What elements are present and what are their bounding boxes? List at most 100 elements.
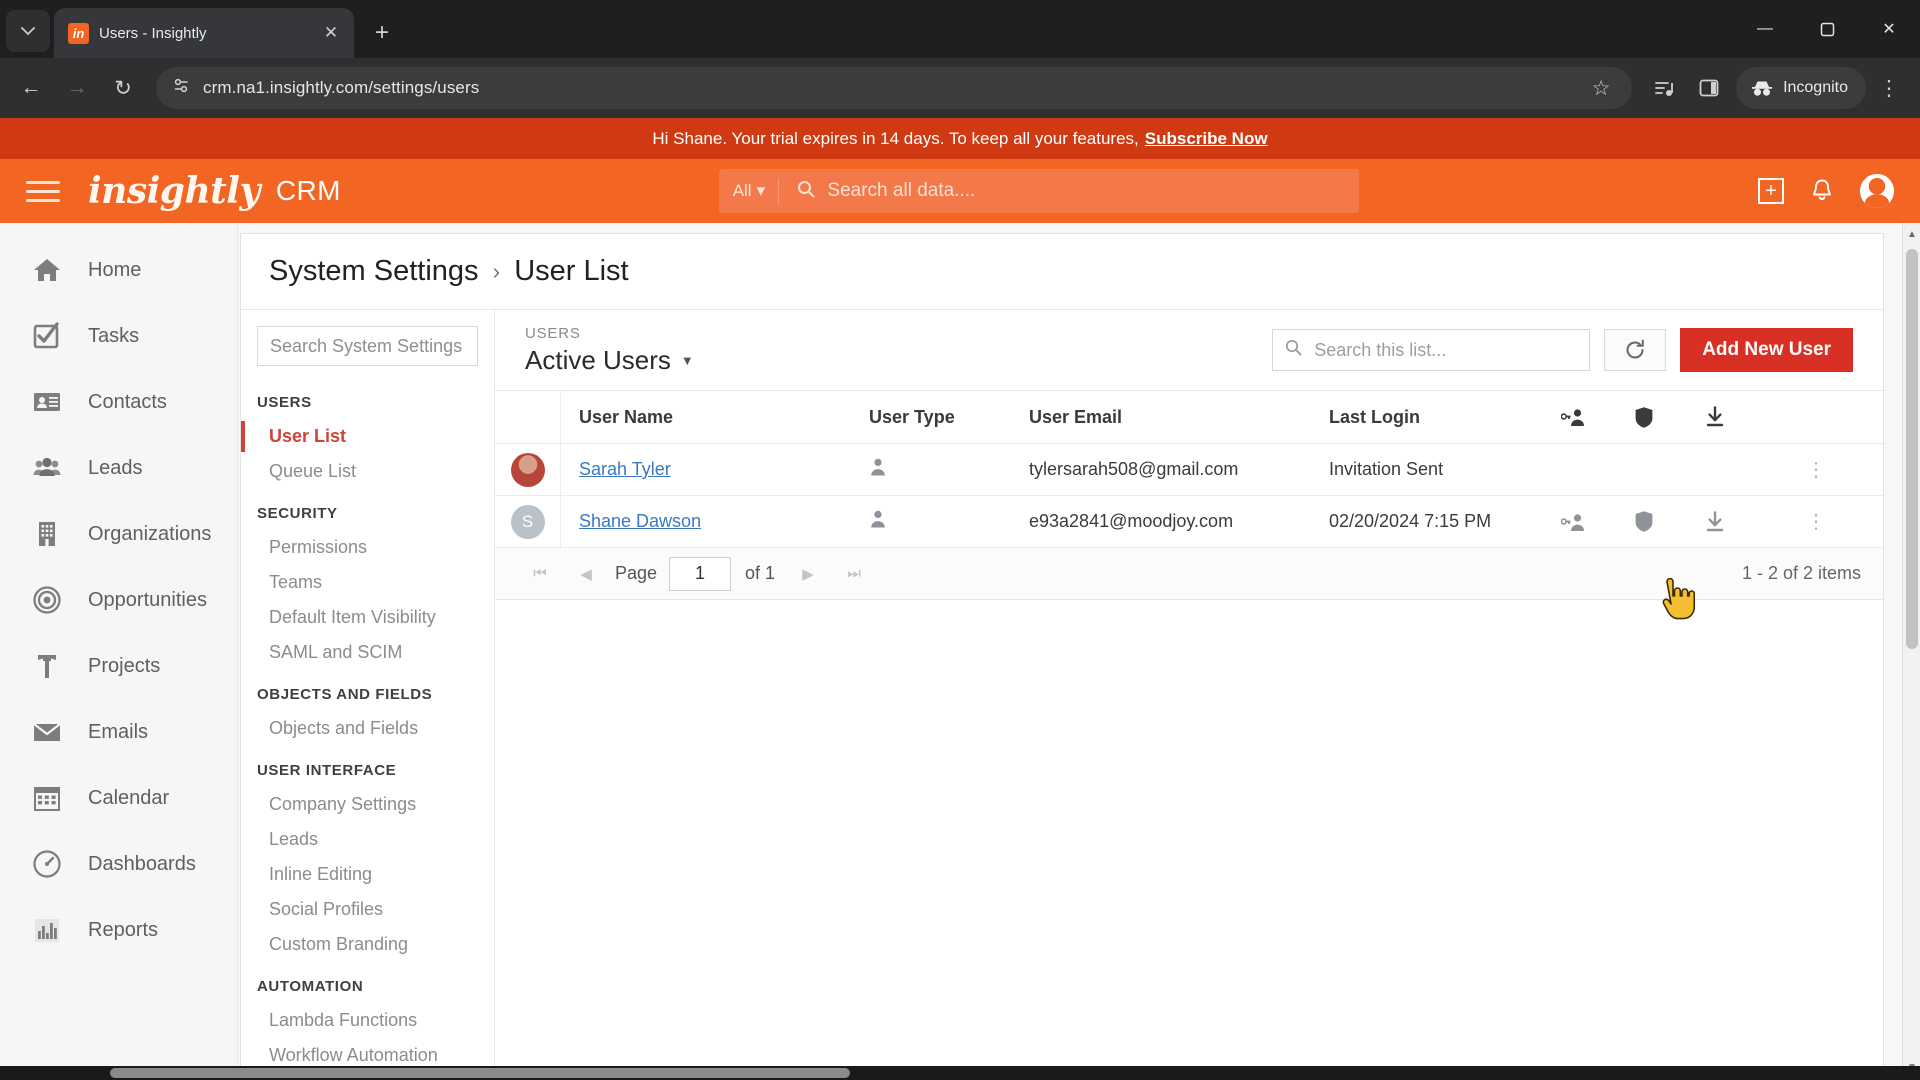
- manage-permissions-icon[interactable]: [1537, 512, 1608, 532]
- last-page-icon[interactable]: ⏭: [831, 565, 877, 582]
- global-search[interactable]: All ▾ Search all data....: [719, 169, 1360, 213]
- row-menu-icon[interactable]: ⋮: [1750, 457, 1883, 482]
- add-icon[interactable]: +: [1758, 178, 1784, 204]
- minimize-icon[interactable]: —: [1734, 0, 1796, 58]
- leads-people-icon: [30, 451, 64, 485]
- first-page-icon[interactable]: ⏮: [517, 565, 563, 582]
- side-panel-icon[interactable]: [1688, 67, 1730, 109]
- page-info-icon[interactable]: [172, 76, 191, 100]
- download-icon[interactable]: [1679, 406, 1750, 428]
- refresh-icon[interactable]: [1604, 329, 1667, 371]
- trial-message: Hi Shane. Your trial expires in 14 days.…: [652, 128, 1139, 148]
- list-view-selector[interactable]: Active Users ▼: [525, 345, 694, 376]
- settings-item-lambda-functions[interactable]: Lambda Functions: [241, 1003, 494, 1038]
- column-header-last-login[interactable]: Last Login: [1313, 407, 1537, 428]
- horizontal-scrollbar[interactable]: [0, 1066, 1920, 1080]
- new-tab-button[interactable]: +: [362, 13, 402, 53]
- sidebar-item-dashboards[interactable]: Dashboards: [0, 831, 237, 897]
- settings-item-company-settings[interactable]: Company Settings: [241, 787, 494, 822]
- cell-last-login: 02/20/2024 7:15 PM: [1329, 511, 1492, 531]
- account-icon[interactable]: [1860, 174, 1894, 208]
- insightly-logo[interactable]: insightly: [88, 173, 260, 209]
- incognito-indicator[interactable]: Incognito: [1736, 67, 1866, 109]
- settings-item-objects-and-fields[interactable]: Objects and Fields: [241, 711, 494, 746]
- address-bar[interactable]: crm.na1.insightly.com/settings/users ☆: [156, 67, 1633, 109]
- manage-permissions-icon[interactable]: [1537, 407, 1608, 427]
- sidebar-item-reports[interactable]: Reports: [0, 897, 237, 963]
- settings-item-teams[interactable]: Teams: [241, 565, 494, 600]
- shield-icon[interactable]: [1608, 510, 1679, 533]
- scrollbar-thumb[interactable]: [1906, 249, 1918, 649]
- item-count-label: 1 - 2 of 2 items: [1741, 563, 1861, 583]
- table-row[interactable]: S Shane Dawson e93a2841@moodjoy.com 02/2…: [495, 496, 1883, 548]
- list-toolbar: USERS Active Users ▼ Search this list...…: [495, 310, 1883, 390]
- sidebar-item-contacts[interactable]: Contacts: [0, 369, 237, 435]
- settings-item-inline-editing[interactable]: Inline Editing: [241, 857, 494, 892]
- horizontal-scrollbar-thumb[interactable]: [110, 1068, 850, 1078]
- sidebar-item-calendar[interactable]: Calendar: [0, 765, 237, 831]
- breadcrumb-root[interactable]: System Settings: [269, 255, 479, 288]
- shield-icon[interactable]: [1608, 406, 1679, 429]
- page-scrollbar[interactable]: ▲ ▼: [1902, 223, 1920, 1080]
- browser-tab-strip: in Users - Insightly ✕ + — ✕: [0, 0, 1920, 58]
- settings-item-custom-branding[interactable]: Custom Branding: [241, 927, 494, 962]
- settings-search[interactable]: [257, 326, 494, 366]
- sidebar-item-leads[interactable]: Leads: [0, 435, 237, 501]
- sidebar-item-emails[interactable]: Emails: [0, 699, 237, 765]
- column-header-user-type[interactable]: User Type: [853, 407, 1013, 428]
- forward-icon[interactable]: →: [56, 67, 98, 109]
- next-page-icon[interactable]: ▶: [785, 565, 831, 583]
- column-header-user-email[interactable]: User Email: [1013, 407, 1313, 428]
- search-scope-dropdown[interactable]: All ▾: [719, 178, 780, 204]
- avatar: [495, 444, 561, 495]
- settings-item-user-list[interactable]: User List: [241, 419, 494, 454]
- reload-icon[interactable]: ↻: [102, 67, 144, 109]
- search-icon: [1285, 339, 1302, 361]
- cell-user-email: e93a2841@moodjoy.com: [1029, 511, 1234, 531]
- notifications-icon[interactable]: [1810, 178, 1834, 204]
- settings-item-saml-and-scim[interactable]: SAML and SCIM: [241, 635, 494, 670]
- settings-item-leads[interactable]: Leads: [241, 822, 494, 857]
- app-header: insightly CRM All ▾ Search all data.... …: [0, 159, 1920, 223]
- sidebar-item-label: Leads: [88, 456, 143, 479]
- back-icon[interactable]: ←: [10, 67, 52, 109]
- close-window-icon[interactable]: ✕: [1858, 0, 1920, 58]
- subscribe-now-link[interactable]: Subscribe Now: [1145, 129, 1268, 149]
- search-this-list-input[interactable]: [1314, 339, 1578, 361]
- tab-search-icon[interactable]: [6, 10, 50, 52]
- previous-page-icon[interactable]: ◀: [563, 565, 609, 583]
- menu-hamburger-icon[interactable]: [26, 180, 60, 202]
- sidebar-item-opportunities[interactable]: Opportunities: [0, 567, 237, 633]
- settings-item-queue-list[interactable]: Queue List: [241, 454, 494, 489]
- emails-envelope-icon: [30, 715, 64, 749]
- browser-menu-icon[interactable]: ⋮: [1868, 67, 1910, 109]
- star-icon[interactable]: ☆: [1580, 67, 1622, 109]
- search-system-settings-input[interactable]: [270, 335, 494, 357]
- sidebar-item-home[interactable]: Home: [0, 237, 237, 303]
- settings-item-default-item-visibility[interactable]: Default Item Visibility: [241, 600, 494, 635]
- sidebar-item-organizations[interactable]: Organizations: [0, 501, 237, 567]
- user-name-link[interactable]: Sarah Tyler: [579, 459, 671, 479]
- user-avatar-initial: S: [510, 504, 545, 539]
- table-row[interactable]: Sarah Tyler tylersarah508@gmail.com Invi…: [495, 444, 1883, 496]
- column-header-user-name[interactable]: User Name: [561, 407, 853, 428]
- settings-item-permissions[interactable]: Permissions: [241, 530, 494, 565]
- settings-group-title: SECURITY: [257, 505, 338, 522]
- add-new-user-button[interactable]: Add New User: [1680, 328, 1853, 372]
- settings-item-social-profiles[interactable]: Social Profiles: [241, 892, 494, 927]
- maximize-icon[interactable]: [1796, 0, 1858, 58]
- global-search-placeholder: Search all data....: [827, 180, 976, 201]
- user-name-link[interactable]: Shane Dawson: [579, 511, 701, 531]
- settings-group-title: AUTOMATION: [257, 978, 364, 995]
- sidebar-item-projects[interactable]: Projects: [0, 633, 237, 699]
- download-icon[interactable]: [1679, 510, 1750, 533]
- sidebar-item-tasks[interactable]: Tasks: [0, 303, 237, 369]
- organizations-building-icon: [30, 517, 64, 551]
- browser-tab[interactable]: in Users - Insightly ✕: [54, 8, 354, 58]
- page-number-input[interactable]: [669, 556, 732, 591]
- list-search[interactable]: [1272, 329, 1591, 371]
- scroll-up-icon[interactable]: ▲: [1903, 225, 1920, 245]
- row-menu-icon[interactable]: ⋮: [1750, 509, 1883, 534]
- close-icon[interactable]: ✕: [318, 20, 344, 46]
- media-icon[interactable]: [1644, 67, 1686, 109]
